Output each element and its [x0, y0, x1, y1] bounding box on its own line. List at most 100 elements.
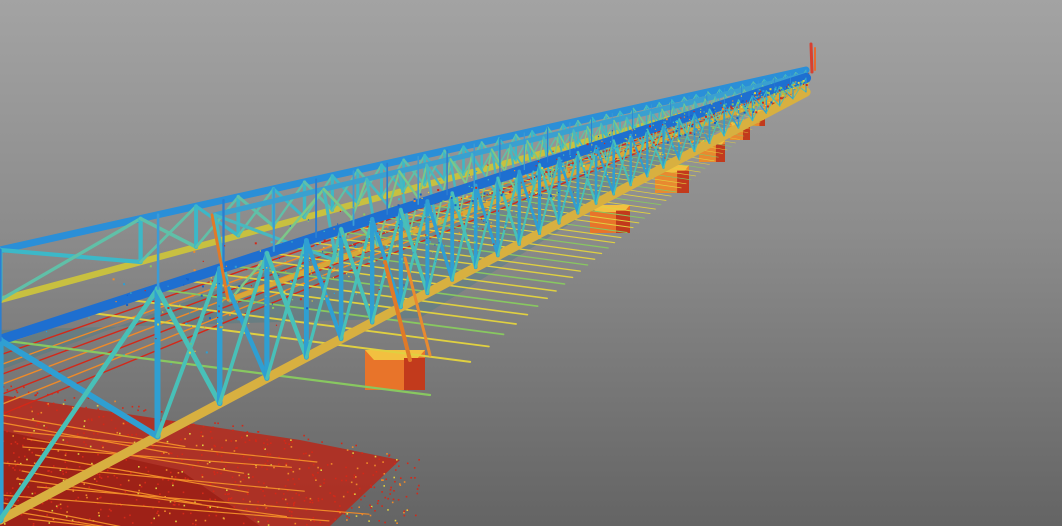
- noise-point: [318, 241, 321, 244]
- noise-point: [684, 113, 686, 115]
- ground-point: [378, 520, 380, 522]
- ground-point: [311, 473, 314, 476]
- noise-point: [569, 156, 571, 158]
- noise-point: [427, 216, 429, 218]
- noise-point: [680, 117, 682, 119]
- ground-point: [298, 478, 300, 480]
- noise-point: [610, 164, 612, 166]
- noise-point: [738, 108, 740, 110]
- noise-point: [123, 354, 125, 356]
- noise-point: [539, 152, 541, 154]
- noise-point: [655, 132, 657, 135]
- ground-point: [152, 446, 154, 448]
- ground-point: [36, 392, 39, 394]
- ground-point: [329, 492, 332, 494]
- noise-point: [635, 134, 637, 136]
- ground-point: [166, 440, 169, 443]
- noise-point: [734, 114, 736, 116]
- noise-point: [458, 210, 460, 212]
- ground-point: [213, 473, 216, 476]
- ground-point: [169, 471, 172, 474]
- ground-point: [233, 506, 235, 508]
- noise-point: [309, 260, 311, 262]
- ground-point: [263, 495, 266, 497]
- ground-point: [396, 459, 398, 461]
- ground-point: [98, 514, 100, 517]
- noise-point: [362, 249, 365, 252]
- ground-point: [99, 476, 101, 478]
- ground-point: [108, 508, 111, 511]
- ground-point: [182, 491, 185, 494]
- noise-point: [705, 115, 707, 118]
- noise-point: [236, 301, 238, 303]
- ground-point: [113, 474, 116, 477]
- ground-point: [171, 475, 173, 478]
- ground-point: [382, 461, 384, 463]
- noise-point: [397, 204, 400, 207]
- ground-point: [184, 438, 186, 440]
- ground-point: [73, 397, 76, 399]
- ground-point: [269, 453, 272, 456]
- ground-point: [209, 483, 212, 485]
- ground-point: [66, 505, 69, 508]
- noise-point: [760, 98, 762, 100]
- ground-point: [83, 425, 85, 428]
- ground-point: [15, 389, 18, 392]
- pier-shade: [404, 358, 425, 390]
- noise-point: [634, 125, 637, 128]
- noise-point: [188, 351, 191, 354]
- noise-point: [538, 158, 540, 160]
- ground-point: [6, 389, 9, 391]
- ground-point: [292, 478, 294, 480]
- noise-point: [302, 254, 305, 257]
- ground-point: [56, 409, 58, 412]
- noise-point: [311, 270, 313, 272]
- noise-point: [487, 179, 489, 181]
- ground-point: [290, 439, 292, 441]
- noise-point: [417, 224, 420, 227]
- ground-point: [91, 419, 93, 422]
- ground-point: [286, 502, 289, 505]
- noise-point: [254, 242, 257, 245]
- ground-point: [343, 513, 346, 515]
- ground-point: [82, 456, 84, 458]
- noise-point: [391, 205, 394, 207]
- noise-point: [612, 167, 614, 169]
- noise-point: [774, 88, 777, 91]
- ground-point: [45, 485, 47, 488]
- noise-point: [571, 177, 573, 179]
- ground-point: [309, 501, 311, 503]
- noise-point: [65, 349, 67, 351]
- ground-point: [202, 444, 204, 447]
- ground-point: [244, 441, 247, 444]
- ground-point: [119, 432, 121, 435]
- ground-point: [88, 486, 90, 489]
- ground-point: [241, 436, 243, 439]
- noise-point: [715, 120, 717, 123]
- ground-point: [284, 442, 287, 444]
- noise-point: [623, 164, 625, 166]
- ground-point: [224, 465, 227, 467]
- ground-point: [334, 518, 336, 520]
- ground-point: [221, 446, 223, 449]
- point-cloud-viewport[interactable]: [0, 0, 1062, 526]
- ground-point: [16, 442, 19, 445]
- noise-point: [385, 231, 387, 233]
- noise-point: [780, 86, 783, 89]
- ground-point: [18, 456, 20, 458]
- ground-point: [110, 419, 113, 421]
- ground-point: [308, 454, 311, 457]
- noise-point: [729, 116, 731, 118]
- ground-point: [77, 453, 80, 455]
- noise-point: [517, 199, 519, 201]
- ground-point: [345, 479, 347, 482]
- noise-point: [662, 124, 664, 126]
- noise-point: [209, 280, 212, 283]
- noise-point: [237, 318, 240, 321]
- ground-point: [247, 493, 249, 496]
- ground-point: [62, 473, 65, 475]
- noise-point: [455, 198, 457, 201]
- ground-point: [123, 516, 126, 519]
- ground-point: [360, 498, 362, 501]
- noise-point: [625, 167, 627, 169]
